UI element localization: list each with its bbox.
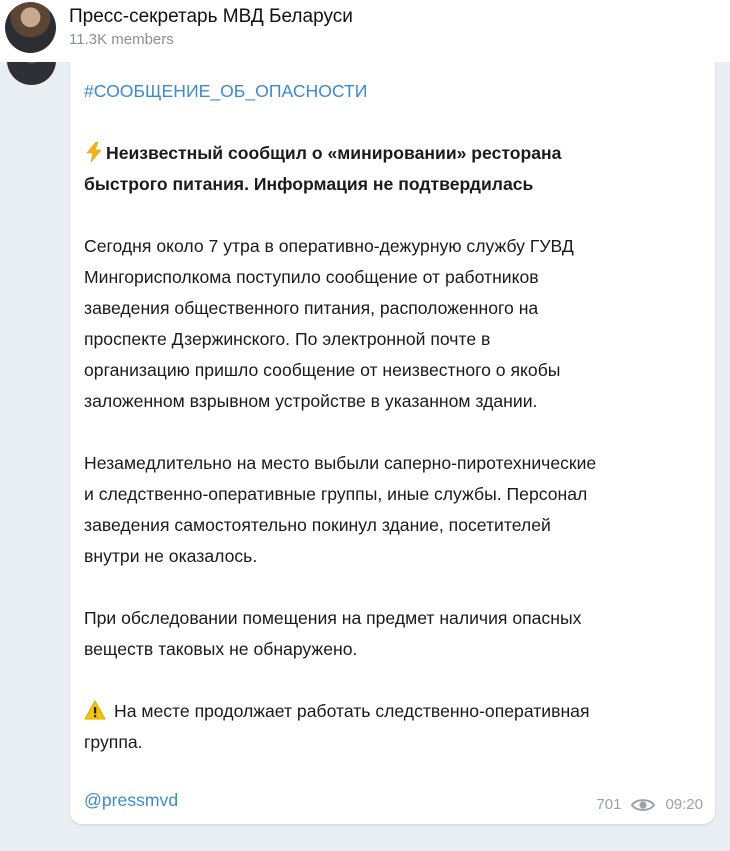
p4-line: группа. [84, 732, 143, 752]
p1-line: организацию пришло сообщение от неизвест… [84, 360, 561, 380]
p2-line: внутри не оказалось. [84, 546, 258, 566]
member-count: 11.3K members [69, 31, 174, 48]
channel-avatar[interactable] [5, 2, 56, 53]
p3-line: веществ таковых не обнаружено. [84, 639, 358, 659]
hashtag-link[interactable]: #СООБЩЕНИЕ_ОБ_ОПАСНОСТИ [84, 76, 706, 107]
warning-icon [84, 700, 106, 720]
eye-icon [631, 798, 656, 811]
p1-line: заложенном взрывном устройстве в указанн… [84, 391, 538, 411]
paragraph-4: На месте продолжает работать следственно… [84, 696, 706, 758]
message-time: 09:20 [665, 796, 703, 813]
p1-line: Сегодня около 7 утра в оперативно-дежурн… [84, 236, 574, 256]
p1-line: заведения общественного питания, располо… [84, 298, 539, 318]
paragraph-1: Сегодня около 7 утра в оперативно-дежурн… [84, 231, 706, 417]
signature-link[interactable]: @pressmvd [84, 790, 178, 811]
headline-line1: Неизвестный сообщил о «минировании» рест… [106, 143, 562, 163]
p2-line: заведения самостоятельно покинул здание,… [84, 515, 551, 535]
p2-line: Незамедлительно на место выбыли саперно-… [84, 453, 597, 473]
p4-line: На месте продолжает работать следственно… [114, 701, 590, 721]
view-count: 701 [596, 796, 622, 813]
headline-line2: быстрого питания. Информация не подтверд… [84, 174, 534, 194]
chat-header: Пресс-секретарь МВД Беларуси 11.3K membe… [0, 0, 730, 62]
channel-title[interactable]: Пресс-секретарь МВД Беларуси [69, 6, 353, 28]
p2-line: и следственно-оперативные группы, иные с… [84, 484, 588, 504]
message-bubble: #СООБЩЕНИЕ_ОБ_ОПАСНОСТИ Неизвестный сооб… [70, 40, 715, 824]
p1-line: проспекте Дзержинского. По электронной п… [84, 329, 491, 349]
paragraph-3: При обследовании помещения на предмет на… [84, 603, 706, 665]
paragraph-2: Незамедлительно на место выбыли саперно-… [84, 448, 706, 572]
message-footer: @pressmvd 701 09:20 [84, 790, 703, 820]
message-text: #СООБЩЕНИЕ_ОБ_ОПАСНОСТИ Неизвестный сооб… [84, 76, 706, 758]
lightning-icon [86, 142, 102, 162]
p3-line: При обследовании помещения на предмет на… [84, 608, 582, 628]
message-meta: 701 09:20 [596, 796, 703, 813]
p1-line: Мингорисполкома поступило сообщение от р… [84, 267, 539, 287]
headline: Неизвестный сообщил о «минировании» рест… [84, 138, 706, 200]
